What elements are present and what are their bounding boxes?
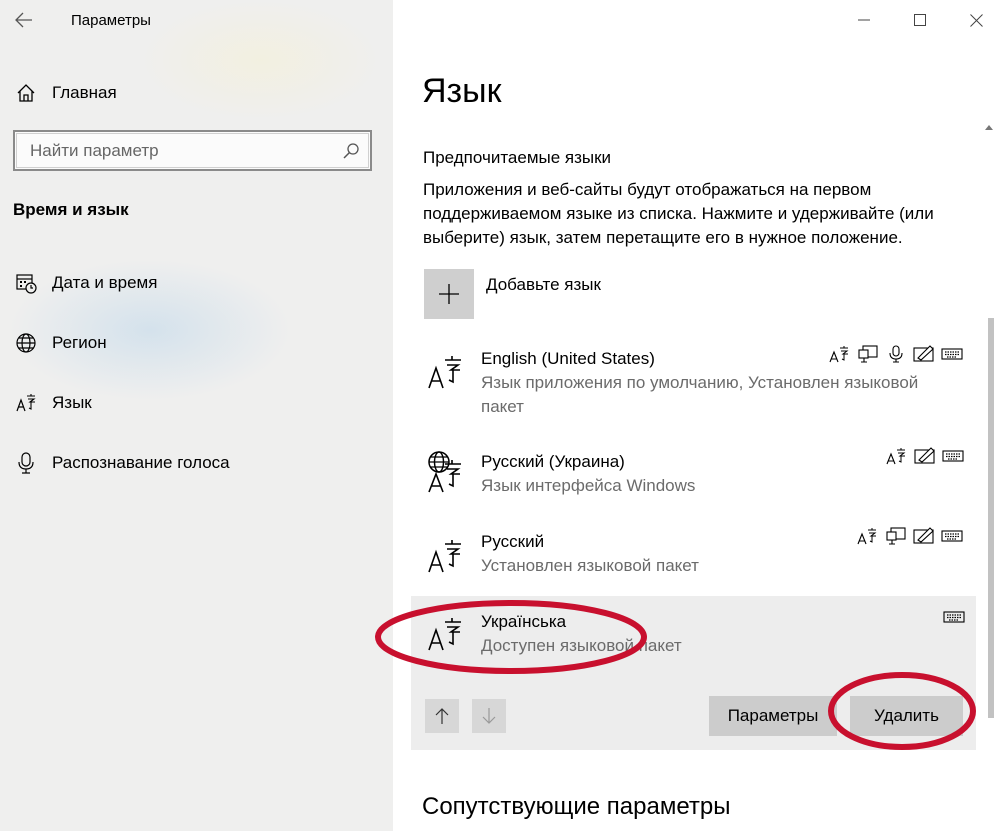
sidebar-item-label: Распознавание голоса: [52, 453, 230, 472]
language-status-line: Язык интерфейса Windows: [481, 476, 696, 495]
microphone-icon: [885, 345, 907, 363]
main-content: Язык Предпочитаемые языки Приложения и в…: [393, 0, 997, 831]
move-down-button[interactable]: [472, 699, 506, 733]
text-to-speech-icon: [886, 447, 908, 465]
language-name: Русский: [481, 532, 545, 551]
page-title: Язык: [422, 72, 502, 110]
language-windows-display-icon: [425, 448, 469, 493]
language-item-ukrainian[interactable]: Українська Доступен языковой пакет Парам…: [411, 596, 976, 750]
add-language-button[interactable]: [424, 269, 474, 319]
handwriting-icon: [913, 527, 935, 545]
handwriting-icon: [914, 447, 936, 465]
microphone-icon: [0, 452, 52, 474]
sidebar-item-region[interactable]: Регион: [0, 323, 393, 363]
plus-icon: [439, 284, 459, 304]
text-to-speech-icon: [829, 345, 851, 363]
close-icon[interactable]: [961, 8, 991, 32]
language-name: Українська: [481, 612, 567, 631]
sidebar-item-date-time[interactable]: Дата и время: [0, 263, 393, 303]
home-icon: [0, 83, 52, 103]
language-name: English (United States): [481, 349, 655, 368]
language-icon: [425, 610, 469, 654]
feature-icons: [829, 345, 963, 363]
language-status-line: Доступен языковой пакет: [481, 636, 682, 655]
description-line: Приложения и веб-сайты будут отображатьс…: [423, 180, 872, 199]
section-title: Время и язык: [13, 200, 129, 219]
language-icon: [425, 532, 469, 576]
globe-icon: [0, 332, 52, 354]
keyboard-icon: [943, 608, 965, 626]
description-line: выберите) язык, затем перетащите его в н…: [423, 228, 903, 247]
calendar-clock-icon: [0, 272, 52, 294]
language-item-english[interactable]: English (United States) Язык приложения …: [411, 340, 976, 422]
remove-language-button[interactable]: Удалить: [850, 696, 963, 736]
sidebar-item-label: Язык: [52, 393, 92, 412]
maximize-icon[interactable]: [905, 8, 935, 32]
language-options-button[interactable]: Параметры: [709, 696, 837, 736]
arrow-up-icon: [435, 708, 449, 724]
preferred-languages-heading: Предпочитаемые языки: [423, 148, 612, 167]
sidebar-item-language[interactable]: Язык: [0, 383, 393, 423]
keyboard-icon: [941, 527, 963, 545]
move-up-button[interactable]: [425, 699, 459, 733]
language-status: Язык приложения по умолчанию, Установлен…: [481, 371, 971, 419]
language-status-line: пакет: [481, 397, 524, 416]
app-title: Параметры: [71, 12, 151, 29]
language-name: Русский (Украина): [481, 452, 625, 471]
sidebar-item-home[interactable]: Главная: [0, 73, 393, 113]
display-icon: [857, 345, 879, 363]
display-icon: [885, 527, 907, 545]
scrollbar-thumb[interactable]: [988, 318, 994, 718]
language-item-russian[interactable]: Русский Установлен языковой пакет: [411, 520, 976, 580]
language-status: Установлен языковой пакет: [481, 554, 971, 578]
back-arrow-icon[interactable]: [12, 10, 36, 34]
keyboard-icon: [941, 345, 963, 363]
feature-icons: [886, 447, 964, 465]
arrow-down-icon: [482, 708, 496, 724]
search-input[interactable]: Найти параметр: [13, 130, 372, 171]
feature-icons: [857, 527, 963, 545]
related-settings-heading: Сопутствующие параметры: [422, 793, 731, 820]
sidebar-item-label: Регион: [52, 333, 107, 352]
language-item-russian-ukraine[interactable]: Русский (Украина) Язык интерфейса Window…: [411, 440, 976, 500]
sidebar-item-label: Главная: [52, 83, 117, 102]
language-status-line: Установлен языковой пакет: [481, 556, 699, 575]
scroll-up-arrow-icon[interactable]: [983, 122, 995, 134]
description-line: поддерживаемом языке из списка. Нажмите …: [423, 204, 934, 223]
search-icon[interactable]: [342, 142, 360, 160]
language-status: Язык интерфейса Windows: [481, 474, 971, 498]
language-status: Доступен языковой пакет: [481, 634, 971, 658]
sidebar-item-label: Дата и время: [52, 273, 158, 292]
sidebar: Параметры Главная Найти параметр Время и…: [0, 0, 393, 831]
preferred-languages-description: Приложения и веб-сайты будут отображатьс…: [423, 178, 983, 250]
sidebar-item-speech[interactable]: Распознавание голоса: [0, 443, 393, 483]
handwriting-icon: [913, 345, 935, 363]
language-icon: [0, 392, 52, 414]
minimize-icon[interactable]: [849, 8, 879, 32]
text-to-speech-icon: [857, 527, 879, 545]
language-icon: [425, 348, 469, 392]
add-language-label[interactable]: Добавьте язык: [486, 275, 601, 295]
keyboard-icon: [942, 447, 964, 465]
feature-icons: [943, 608, 965, 626]
search-placeholder: Найти параметр: [30, 140, 159, 160]
language-status-line: Язык приложения по умолчанию, Установлен…: [481, 373, 919, 392]
